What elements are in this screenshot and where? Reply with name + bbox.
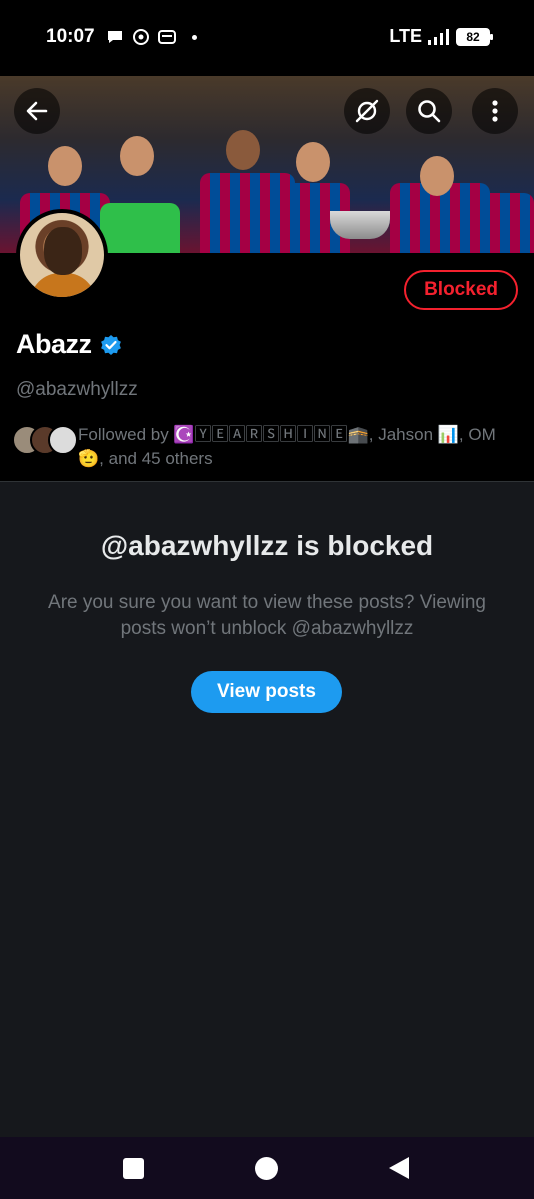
more-notifications-dot <box>192 34 197 40</box>
signal-icon <box>428 28 449 45</box>
banner-player <box>470 193 534 253</box>
followed-by-text: Followed by ☪️🅈🄴🄰🅁🅂🄷🄸🄽🄴🕋, Jahson 📊, OM🫡,… <box>78 425 496 468</box>
status-bar: 10:07 LTE 82 <box>0 0 534 76</box>
navigation-bar <box>0 1137 534 1199</box>
home-circle-icon[interactable] <box>255 1157 278 1180</box>
arrow-left-icon <box>26 101 48 121</box>
no-sync-icon <box>355 99 379 123</box>
no-sync-button[interactable] <box>344 88 390 134</box>
network-type: LTE <box>389 26 422 46</box>
banner-player <box>100 203 180 253</box>
status-right: LTE 82 <box>389 26 493 47</box>
notification-icons <box>106 28 197 46</box>
more-vertical-icon <box>492 100 498 122</box>
status-time: 10:07 <box>46 26 95 47</box>
view-posts-button[interactable]: View posts <box>191 671 342 713</box>
blocked-description: Are you sure you want to view these post… <box>48 592 486 639</box>
back-triangle-icon[interactable] <box>389 1157 409 1179</box>
blocked-notice: @abazwhyllzz is blocked Are you sure you… <box>0 481 534 1137</box>
wallet-icon <box>158 30 176 44</box>
more-options-button[interactable] <box>472 88 518 134</box>
handle: @abazwhyllzz <box>16 379 138 400</box>
follower-avatars <box>12 423 78 457</box>
recents-square-icon[interactable] <box>123 1158 144 1179</box>
banner-player-head <box>120 136 154 176</box>
display-name-row: Abazz <box>16 329 122 360</box>
battery-icon: 82 <box>456 27 493 46</box>
chat-bubble-icon <box>108 31 122 43</box>
battery-level: 82 <box>466 29 480 44</box>
avatar-shirt <box>30 273 96 297</box>
follower-avatar <box>48 425 78 455</box>
profile-header: Blocked Abazz @abazwhyllzz Followed by ☪… <box>0 209 534 481</box>
banner-player-head <box>226 130 260 170</box>
banner-player-head <box>420 156 454 196</box>
blocked-button[interactable]: Blocked <box>404 270 518 310</box>
avatar[interactable] <box>16 209 108 301</box>
search-button[interactable] <box>406 88 452 134</box>
blocked-title: @abazwhyllzz is blocked <box>100 530 434 561</box>
verified-badge-icon[interactable] <box>100 334 122 356</box>
banner-player-head <box>48 146 82 186</box>
search-icon <box>418 100 441 123</box>
whatsapp-icon <box>133 29 149 45</box>
followed-by[interactable]: Followed by ☪️🅈🄴🄰🅁🅂🄷🄸🄽🄴🕋, Jahson 📊, OM🫡,… <box>12 423 512 471</box>
display-name: Abazz <box>16 329 92 359</box>
back-button[interactable] <box>14 88 60 134</box>
avatar-face <box>44 227 82 275</box>
banner-trophy <box>330 211 390 239</box>
banner-player-head <box>296 142 330 182</box>
